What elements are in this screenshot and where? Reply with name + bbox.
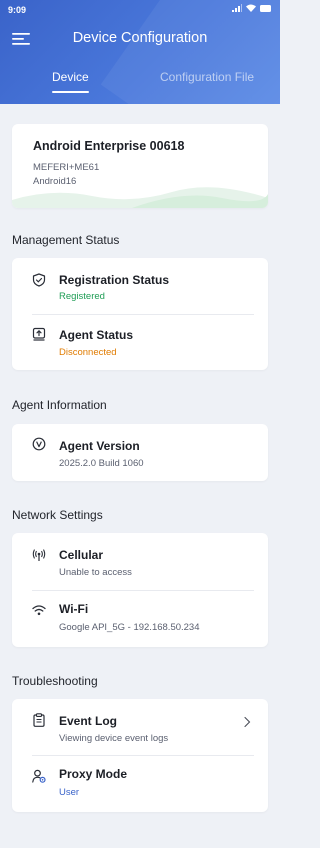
registration-status-row: Registration Status Registered (12, 258, 268, 314)
agent-status-value: Disconnected (59, 347, 117, 358)
device-name: Android Enterprise 00618 (33, 139, 185, 153)
proxy-mode-value: User (59, 787, 80, 798)
wifi-icon (32, 605, 46, 616)
agent-information-card: Agent Version 2025.2.0 Build 1060 (12, 424, 268, 481)
registration-status-value: Registered (59, 291, 105, 302)
section-title-management: Management Status (12, 233, 120, 247)
signal-icon (232, 4, 242, 12)
cellular-value: Unable to access (59, 567, 132, 578)
event-log-row[interactable]: Event Log Viewing device event logs (12, 699, 268, 755)
event-log-value: Viewing device event logs (59, 733, 169, 744)
wifi-label: Wi-Fi (59, 602, 89, 616)
page-title: Device Configuration (72, 30, 208, 46)
version-v-icon (32, 437, 46, 451)
tab-device[interactable]: Device (52, 70, 89, 93)
agent-status-row: Agent Status Disconnected (12, 314, 268, 370)
troubleshooting-card: Event Log Viewing device event logs Prox… (12, 699, 268, 812)
status-icons (232, 4, 272, 12)
upload-tray-icon (32, 327, 46, 341)
battery-icon (260, 4, 271, 12)
proxy-mode-row: Proxy Mode User (12, 755, 268, 812)
wifi-row: Wi-Fi Google API_5G - 192.168.50.234 (12, 590, 268, 647)
user-settings-icon (32, 769, 46, 783)
device-card: Android Enterprise 00618 MEFERI+ME61 And… (12, 124, 268, 208)
app-header: 9:09 Device Configuration Device Configu… (0, 0, 280, 104)
agent-version-label: Agent Version (59, 439, 140, 453)
management-card: Registration Status Registered Agent Sta… (12, 258, 268, 370)
wifi-status-icon (246, 4, 256, 12)
registration-status-label: Registration Status (59, 273, 170, 287)
section-title-troubleshooting: Troubleshooting (12, 674, 98, 688)
agent-version-row: Agent Version 2025.2.0 Build 1060 (12, 424, 268, 481)
agent-version-value: 2025.2.0 Build 1060 (59, 458, 144, 469)
agent-status-label: Agent Status (59, 328, 134, 342)
cellular-row: Cellular Unable to access (12, 533, 268, 590)
clipboard-icon (33, 713, 45, 727)
status-time: 9:09 (8, 5, 27, 15)
antenna-icon (32, 549, 46, 561)
section-title-agent-information: Agent Information (12, 398, 107, 412)
chevron-right-icon[interactable] (243, 716, 251, 728)
section-title-network-settings: Network Settings (12, 508, 103, 522)
shield-check-icon (32, 273, 46, 287)
wifi-value: Google API_5G - 192.168.50.234 (59, 622, 200, 633)
tab-configuration-file[interactable]: Configuration File (160, 70, 254, 84)
proxy-mode-label: Proxy Mode (59, 767, 128, 781)
cellular-label: Cellular (59, 548, 104, 562)
decorative-wave (12, 187, 268, 208)
network-settings-card: Cellular Unable to access Wi-Fi Google A… (12, 533, 268, 647)
event-log-label: Event Log (59, 714, 118, 728)
device-model: MEFERI+ME61 (33, 162, 100, 173)
